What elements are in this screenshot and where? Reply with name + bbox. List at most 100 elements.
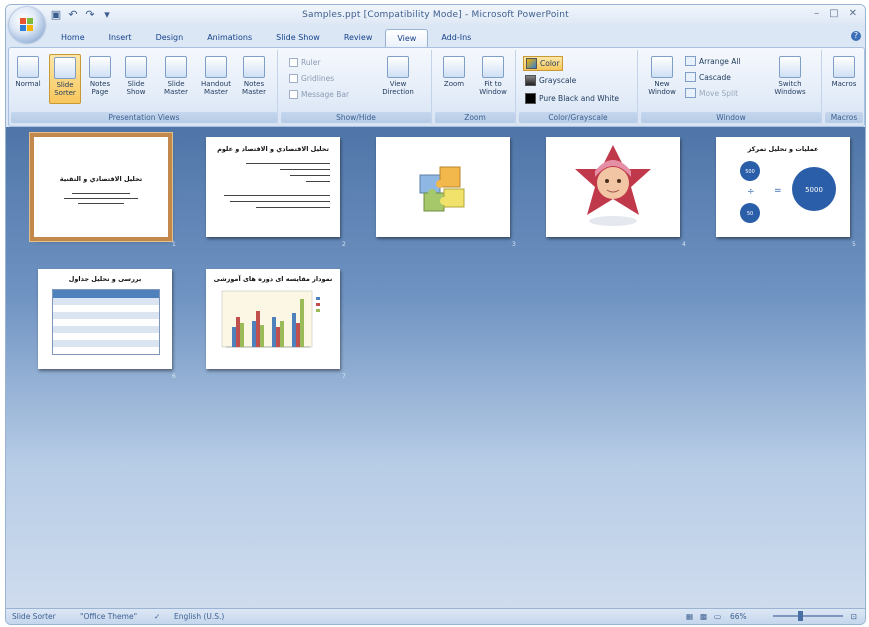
table-row xyxy=(53,333,159,340)
slide-title: تحليل الاقتصادي و التقنية xyxy=(59,175,143,183)
slide-thumbnail-5[interactable]: عملیات و تحليل تمرکز = ÷ 5000 500 50 xyxy=(716,137,850,237)
normal-view-icon xyxy=(17,56,39,78)
slide-thumbnail-3[interactable] xyxy=(376,137,510,237)
table-row xyxy=(53,305,159,312)
notes-master-button[interactable]: Notes Master xyxy=(239,54,269,102)
gridlines-checkbox[interactable]: Gridlines xyxy=(289,74,334,83)
slide-show-status-icon[interactable]: ▭ xyxy=(714,612,721,621)
fit-slide-icon[interactable]: ⊡ xyxy=(851,612,857,621)
arrange-all-icon xyxy=(685,56,696,66)
slide-title: عملیات و تحليل تمرکز xyxy=(747,145,819,153)
spell-check-icon[interactable]: ✓ xyxy=(154,612,160,621)
cascade-button[interactable]: Cascade xyxy=(685,72,731,82)
group-label: Macros xyxy=(825,112,863,123)
view-direction-icon xyxy=(387,56,409,78)
table-header xyxy=(53,290,159,298)
status-bar: Slide Sorter "Office Theme" ✓ English (U… xyxy=(6,608,865,624)
slide-thumbnail-4[interactable] xyxy=(546,137,680,237)
move-split-button[interactable]: Move Split xyxy=(685,88,738,98)
macros-button[interactable]: Macros xyxy=(829,54,859,102)
group-show-hide: Ruler Gridlines Message Bar View Directi… xyxy=(281,50,432,124)
table-row xyxy=(53,312,159,319)
grayscale-option[interactable]: Grayscale xyxy=(523,74,578,87)
slide-thumbnail-1[interactable]: تحليل الاقتصادي و التقنية xyxy=(30,133,172,241)
switch-windows-button[interactable]: Switch Windows xyxy=(769,54,811,102)
zoom-slider-thumb[interactable] xyxy=(798,611,803,621)
slide-show-icon xyxy=(125,56,147,78)
help-icon[interactable]: ? xyxy=(851,31,861,41)
tab-animations[interactable]: Animations xyxy=(196,29,263,47)
arrange-all-button[interactable]: Arrange All xyxy=(685,56,741,66)
slide-sorter-button[interactable]: Slide Sorter xyxy=(49,54,81,104)
slide-title: نمودار مقایسه ای دوره های آموزشی xyxy=(213,275,333,283)
new-window-icon xyxy=(651,56,673,78)
group-zoom: Zoom Fit to Window Zoom xyxy=(435,50,516,124)
table-row xyxy=(53,319,159,326)
fit-to-window-button[interactable]: Fit to Window xyxy=(475,54,511,102)
office-button[interactable] xyxy=(9,7,45,43)
slide-master-button[interactable]: Slide Master xyxy=(161,54,191,102)
app-window: ▣ ↶ ↷ ▾ Samples.ppt [Compatibility Mode]… xyxy=(5,4,866,625)
ruler-checkbox[interactable]: Ruler xyxy=(289,58,320,67)
text-line xyxy=(290,175,330,176)
tab-view[interactable]: View xyxy=(385,29,429,48)
close-icon[interactable]: ✕ xyxy=(849,8,857,19)
status-view: Slide Sorter xyxy=(12,612,56,621)
svg-text:÷: ÷ xyxy=(747,187,755,197)
slide-number: 2 xyxy=(342,241,346,248)
slide-title: تحليل الاقتصادي و الاقتصاد و علوم xyxy=(217,145,329,153)
zoom-level[interactable]: 66% xyxy=(730,612,747,621)
slide-number: 6 xyxy=(172,373,176,380)
notes-page-button[interactable]: Notes Page xyxy=(85,54,115,102)
title-bar: ▣ ↶ ↷ ▾ Samples.ppt [Compatibility Mode]… xyxy=(6,5,865,27)
slide-thumbnail-7[interactable]: نمودار مقایسه ای دوره های آموزشی xyxy=(206,269,340,369)
tab-add-ins[interactable]: Add-Ins xyxy=(430,29,482,47)
color-option[interactable]: Color xyxy=(523,56,563,71)
checkbox-icon xyxy=(289,74,298,83)
group-label: Show/Hide xyxy=(281,112,431,123)
slide-thumbnail-2[interactable]: تحليل الاقتصادي و الاقتصاد و علوم xyxy=(206,137,340,237)
tab-design[interactable]: Design xyxy=(145,29,195,47)
puzzle-icon xyxy=(419,166,465,212)
text-line xyxy=(224,195,330,196)
status-theme: "Office Theme" xyxy=(80,612,138,621)
zoom-button[interactable]: Zoom xyxy=(439,54,469,102)
pure-black-white-option[interactable]: Pure Black and White xyxy=(523,92,621,105)
fit-window-icon xyxy=(482,56,504,78)
handout-master-icon xyxy=(205,56,227,78)
circle-value-top: 500 xyxy=(745,169,755,175)
status-language[interactable]: English (U.S.) xyxy=(174,612,224,621)
checkbox-icon xyxy=(289,58,298,67)
view-direction-button[interactable]: View Direction xyxy=(377,54,419,102)
child-photo-image xyxy=(575,145,651,226)
group-window: New Window Arrange All Cascade Move Spli… xyxy=(641,50,822,124)
tab-review[interactable]: Review xyxy=(333,29,384,47)
handout-master-button[interactable]: Handout Master xyxy=(199,54,233,102)
tab-home[interactable]: Home xyxy=(50,29,96,47)
grayscale-swatch-icon xyxy=(525,75,536,86)
ribbon: Normal Slide Sorter Notes Page Slide Sho… xyxy=(8,47,865,127)
text-line xyxy=(78,203,124,204)
zoom-slider[interactable] xyxy=(773,615,843,617)
bar-chart-image xyxy=(221,290,320,348)
normal-view-button[interactable]: Normal xyxy=(13,54,43,102)
tab-insert[interactable]: Insert xyxy=(98,29,143,47)
macros-icon xyxy=(833,56,855,78)
ribbon-tabs: Home Insert Design Animations Slide Show… xyxy=(50,29,482,48)
group-label: Zoom xyxy=(435,112,515,123)
tab-slide-show[interactable]: Slide Show xyxy=(265,29,331,47)
group-label: Presentation Views xyxy=(11,112,277,123)
message-bar-checkbox[interactable]: Message Bar xyxy=(289,90,349,99)
slide-thumbnail-6[interactable]: بررسی و تحليل جداول xyxy=(38,269,172,369)
maximize-icon[interactable]: □ xyxy=(829,8,838,19)
slide-number: 1 xyxy=(172,241,176,248)
group-presentation-views: Normal Slide Sorter Notes Page Slide Sho… xyxy=(11,50,278,124)
new-window-button[interactable]: New Window xyxy=(645,54,679,102)
slide-sorter-status-icon[interactable]: ▩ xyxy=(700,612,707,621)
slide-show-button[interactable]: Slide Show xyxy=(121,54,151,102)
slide-sorter-pane[interactable]: تحليل الاقتصادي و التقنية 1 تحليل الاقتص… xyxy=(6,127,865,609)
slide-number: 5 xyxy=(852,241,856,248)
minimize-icon[interactable]: – xyxy=(814,8,819,19)
magnifier-icon xyxy=(443,56,465,78)
normal-view-status-icon[interactable]: ▦ xyxy=(686,612,693,621)
